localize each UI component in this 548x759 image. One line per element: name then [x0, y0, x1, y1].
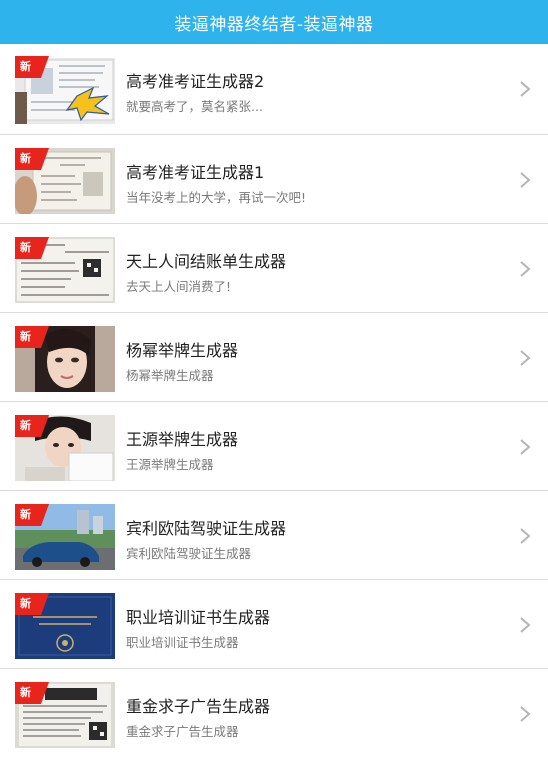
new-badge: 新 [15, 56, 49, 78]
list-item-receipt[interactable]: 新 天上人间结账单生成器 去天上人间消费了! [0, 224, 548, 313]
item-title: 高考准考证生成器2 [126, 72, 265, 91]
item-subtitle: 当年没考上的大学，再试一次吧! [126, 190, 307, 205]
list-item-bentley-license[interactable]: 新 宾利欧陆驾驶证生成器 宾利欧陆驾驶证生成器 [0, 491, 548, 580]
chevron-right-icon [520, 350, 531, 366]
chevron-right-icon [520, 617, 531, 633]
chevron-right-icon [520, 81, 531, 97]
list-item-yangmi-sign[interactable]: 新 杨幂举牌生成器 杨幂举牌生成器 [0, 313, 548, 402]
list-item-exam-ticket-1[interactable]: 新 高考准考证生成器1 当年没考上的大学，再试一次吧! [0, 135, 548, 224]
list-item-poster-ad[interactable]: 新 重金求子广告生成器 重金求子广告生成器 [0, 669, 548, 758]
item-subtitle: 重金求子广告生成器 [126, 724, 239, 739]
page-title: 装逼神器终结者-装逼神器 [174, 14, 374, 35]
chevron-right-icon [520, 706, 531, 722]
chevron-right-icon [520, 528, 531, 544]
new-badge: 新 [15, 237, 49, 259]
item-subtitle: 王源举牌生成器 [126, 457, 214, 472]
chevron-right-icon [520, 172, 531, 188]
item-title: 职业培训证书生成器 [126, 608, 271, 627]
item-title: 宾利欧陆驾驶证生成器 [126, 519, 287, 538]
item-title: 高考准考证生成器1 [126, 163, 265, 182]
new-badge: 新 [15, 682, 49, 704]
list-item-wangyuan-sign[interactable]: 新 王源举牌生成器 王源举牌生成器 [0, 402, 548, 491]
new-badge: 新 [15, 148, 49, 170]
new-badge: 新 [15, 415, 49, 437]
new-badge: 新 [15, 593, 49, 615]
chevron-right-icon [520, 261, 531, 277]
item-subtitle: 杨幂举牌生成器 [126, 368, 214, 383]
item-title: 天上人间结账单生成器 [126, 252, 287, 271]
item-subtitle: 就要高考了，莫名紧张... [126, 99, 263, 114]
new-badge: 新 [15, 504, 49, 526]
new-badge: 新 [15, 326, 49, 348]
chevron-right-icon [520, 439, 531, 455]
item-subtitle: 去天上人间消费了! [126, 279, 232, 294]
list-item-vocational-certificate[interactable]: 新 职业培训证书生成器 职业培训证书生成器 [0, 580, 548, 669]
app-header: 装逼神器终结者-装逼神器 [0, 0, 548, 44]
item-title: 重金求子广告生成器 [126, 697, 271, 716]
list-item-exam-ticket-2[interactable]: 新 高考准考证生成器2 就要高考了，莫名紧张... [0, 44, 548, 135]
item-subtitle: 宾利欧陆驾驶证生成器 [126, 546, 252, 561]
item-title: 杨幂举牌生成器 [126, 341, 239, 360]
generator-list: 新 高考准考证生成器2 就要高考了，莫名紧张... 新 高考准考证生成器1 当年… [0, 44, 548, 758]
item-title: 王源举牌生成器 [126, 430, 239, 449]
item-subtitle: 职业培训证书生成器 [126, 635, 239, 650]
